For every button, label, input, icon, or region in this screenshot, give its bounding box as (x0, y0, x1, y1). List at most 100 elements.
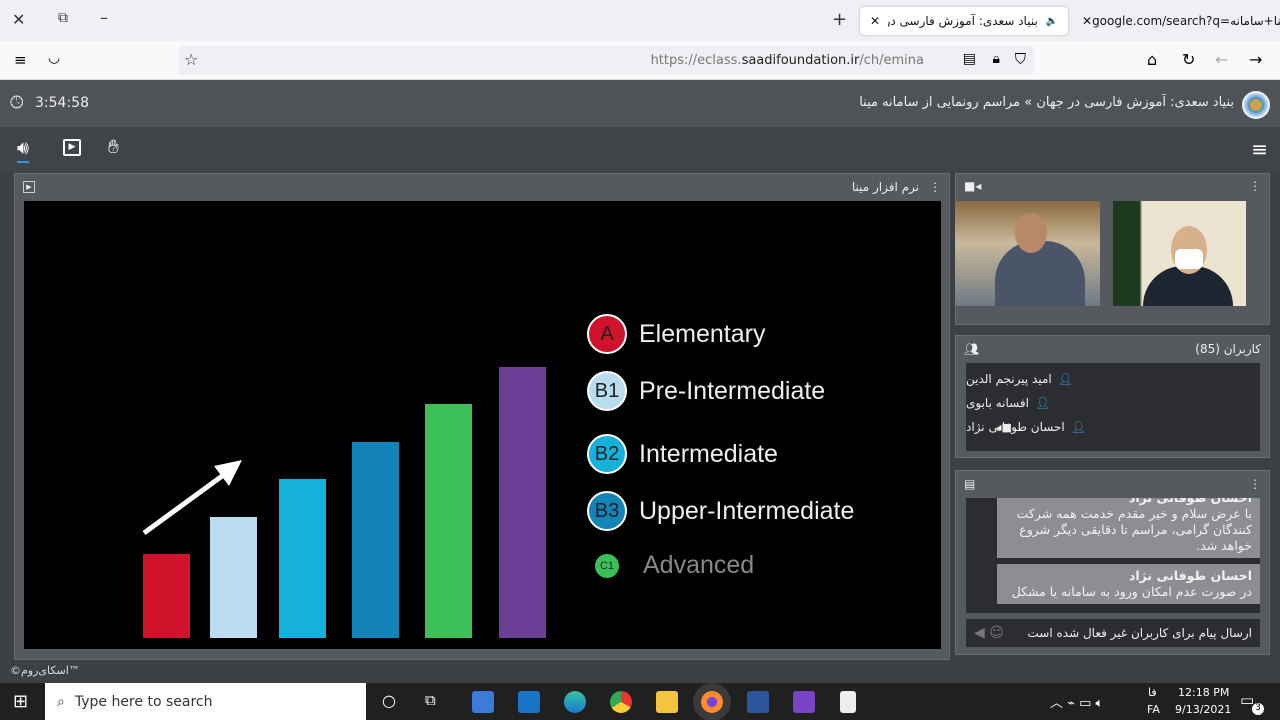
reader-icon[interactable]: ▤ (963, 51, 976, 67)
file-explorer-icon[interactable] (656, 691, 678, 713)
toolbar: 🔊︎ ▶ ✋︎ ≡ (0, 127, 1280, 172)
back-icon[interactable]: ← (1215, 50, 1228, 69)
level-label: Intermediate (639, 439, 778, 468)
language-fa[interactable]: فا (1148, 686, 1157, 699)
windows-start-icon[interactable]: ⊞ (13, 691, 28, 712)
users-panel: 👥︎ کاربران (85) 👤︎ امید پیرنجم الدین 👤︎ افس… (955, 335, 1270, 458)
level-legend-item: A Elementary (587, 314, 765, 354)
firefox-icon[interactable] (701, 691, 723, 713)
more-options-icon[interactable]: ⋮ (1249, 179, 1261, 193)
level-label: Elementary (639, 319, 766, 348)
level-badge: B2 (587, 434, 627, 474)
bookmark-star-icon[interactable]: ☆ (184, 50, 198, 69)
speaker-icon[interactable]: 🔊︎ (17, 137, 29, 163)
presentation-panel: ▶ نرم افزار مینا ⋮ A Elementary B1 Pre-Inter… (14, 173, 950, 660)
video-participant-1[interactable] (955, 201, 1100, 306)
chat-input[interactable]: ◀ ☺ ارسال پیام برای کاربران غیر فعال شده… (966, 619, 1260, 647)
session-timer: 3:54:58 (35, 95, 89, 111)
edge-icon[interactable] (564, 691, 586, 713)
play-video-icon[interactable]: ▶ (63, 139, 81, 156)
level-bar (143, 554, 190, 638)
clock-icon: 🕓︎ (10, 93, 24, 113)
level-label: Pre-Intermediate (639, 376, 826, 405)
video-participant-2[interactable] (1113, 201, 1246, 306)
user-icon: 👤︎ (1057, 372, 1073, 386)
level-badge: B3 (587, 491, 627, 531)
more-options-icon[interactable]: ⋮ (929, 180, 941, 194)
camera-icon: ■◂ (996, 420, 1012, 434)
level-legend-item: B1 Pre-Intermediate (587, 371, 825, 411)
mail-icon[interactable] (518, 691, 540, 713)
level-bar (425, 404, 472, 638)
level-label: Upper-Intermediate (639, 496, 855, 525)
url-text[interactable]: https://eclass.saadifoundation.ir/ch/emi… (651, 53, 924, 68)
chat-icon: ▤ (964, 476, 976, 491)
chat-message: احسان طوفانی نژادبا عرض سلام و خیر مقدم … (997, 498, 1260, 558)
speaker-icon: 🔈 (1045, 15, 1058, 27)
document-icon[interactable] (840, 691, 856, 713)
tray-icons[interactable]: ︿ ⌁ ▭ 🔈︎ (1050, 692, 1103, 711)
app-header: 🕓︎ 3:54:58 بنیاد سعدی: آموزش فارسی در جه… (0, 80, 1280, 127)
visual-studio-icon[interactable] (793, 691, 815, 713)
tab-close-icon[interactable]: ✕ (1082, 14, 1092, 28)
hamburger-menu-icon[interactable]: ≡ (1251, 137, 1268, 161)
chrome-icon[interactable] (610, 691, 632, 713)
send-icon[interactable]: ◀ ☺ (974, 625, 1004, 641)
presentation-title: نرم افزار مینا (851, 179, 919, 194)
level-bar (499, 367, 546, 638)
search-box[interactable]: ⌕ Type here to search (45, 683, 366, 720)
tab-google[interactable]: ✕google.com/search?q=مینا+سامانه (1078, 7, 1280, 35)
clock-date[interactable]: 9/13/2021 (1175, 703, 1231, 716)
user-icon: 👤︎ (1034, 396, 1051, 410)
tab-close-icon[interactable]: ✕ (870, 14, 880, 28)
level-bar (279, 479, 326, 638)
users-icon: 👥︎ (964, 341, 980, 356)
raise-hand-icon[interactable]: ✋︎ (108, 136, 119, 158)
level-legend-item: B2 Intermediate (587, 434, 778, 474)
windows-taskbar: ⊞ ⌕ Type here to search ○ ⧉ ︿ ⌁ ▭ 🔈︎ فا F… (0, 683, 1280, 720)
new-tab-icon[interactable]: + (832, 9, 847, 30)
level-bar (352, 441, 399, 638)
level-legend-item: C1 Advanced (587, 551, 754, 580)
skyroom-footer: ©اسکای‌روم™ (10, 664, 80, 677)
task-view-icon[interactable]: ⧉ (425, 691, 436, 709)
user-item[interactable]: 👤︎ احسان طوفانی نژاد ■◂ (966, 415, 1260, 439)
saadi-logo (1242, 91, 1270, 119)
chat-panel: ▤ ⋮ احسان طوفانی نژادبا عرض سلام و خیر مق… (955, 470, 1270, 655)
users-title: کاربران (85) (1195, 341, 1261, 356)
video-panel: ■◂ ⋮ (955, 173, 1270, 325)
lock-icon[interactable]: 🔒︎ (993, 51, 1000, 67)
clock-time[interactable]: 12:18 PM (1178, 686, 1229, 699)
close-window-icon[interactable]: ✕ (12, 10, 25, 29)
url-bar[interactable]: ☆ https://eclass.saadifoundation.ir/ch/e… (178, 46, 1034, 75)
minimize-icon[interactable]: – (100, 8, 108, 27)
level-bar (210, 516, 257, 638)
store-icon[interactable] (472, 691, 494, 713)
menu-icon[interactable]: ≡ (14, 51, 27, 69)
level-badge: B1 (587, 371, 627, 411)
level-badge: A (587, 314, 627, 354)
forward-icon[interactable]: → (1249, 50, 1262, 69)
user-item[interactable]: 👤︎ امید پیرنجم الدین (966, 367, 1260, 391)
more-options-icon[interactable]: ⋮ (1249, 477, 1261, 491)
pocket-icon[interactable]: ◡ (48, 50, 60, 66)
reload-icon[interactable]: ↻ (1182, 50, 1195, 69)
user-icon: 👤︎ (1070, 420, 1086, 434)
users-list: 👤︎ امید پیرنجم الدین 👤︎ افسانه بابوی 👤︎ احس… (966, 363, 1260, 451)
presentation-icon[interactable]: ▶ (23, 180, 35, 193)
language-indicator[interactable]: FA (1147, 703, 1160, 716)
camera-icon[interactable]: ■◂ (964, 179, 981, 193)
notification-count: 3 (1252, 703, 1264, 715)
cortana-icon[interactable]: ○ (382, 691, 396, 710)
level-legend-item: B3 Upper-Intermediate (587, 491, 854, 531)
word-icon[interactable] (747, 691, 769, 713)
shield-icon[interactable]: ⛉ (1015, 50, 1026, 68)
home-icon[interactable]: ⌂ (1147, 50, 1157, 69)
page-title: بنیاد سعدی: آموزش فارسی در جهان » مراسم … (859, 95, 1234, 110)
restore-icon[interactable]: ⧉ (58, 10, 68, 26)
search-icon: ⌕ (57, 693, 65, 710)
browser-tab-bar: ✕ ⧉ – + ✕ بنیاد سعدی: آموزش فارسی در جها… (0, 0, 1280, 41)
user-item[interactable]: 👤︎ افسانه بابوی (966, 391, 1260, 415)
level-label: Advanced (643, 551, 755, 579)
tab-active[interactable]: ✕ بنیاد سعدی: آموزش فارسی در جها 🔈 (860, 7, 1068, 35)
